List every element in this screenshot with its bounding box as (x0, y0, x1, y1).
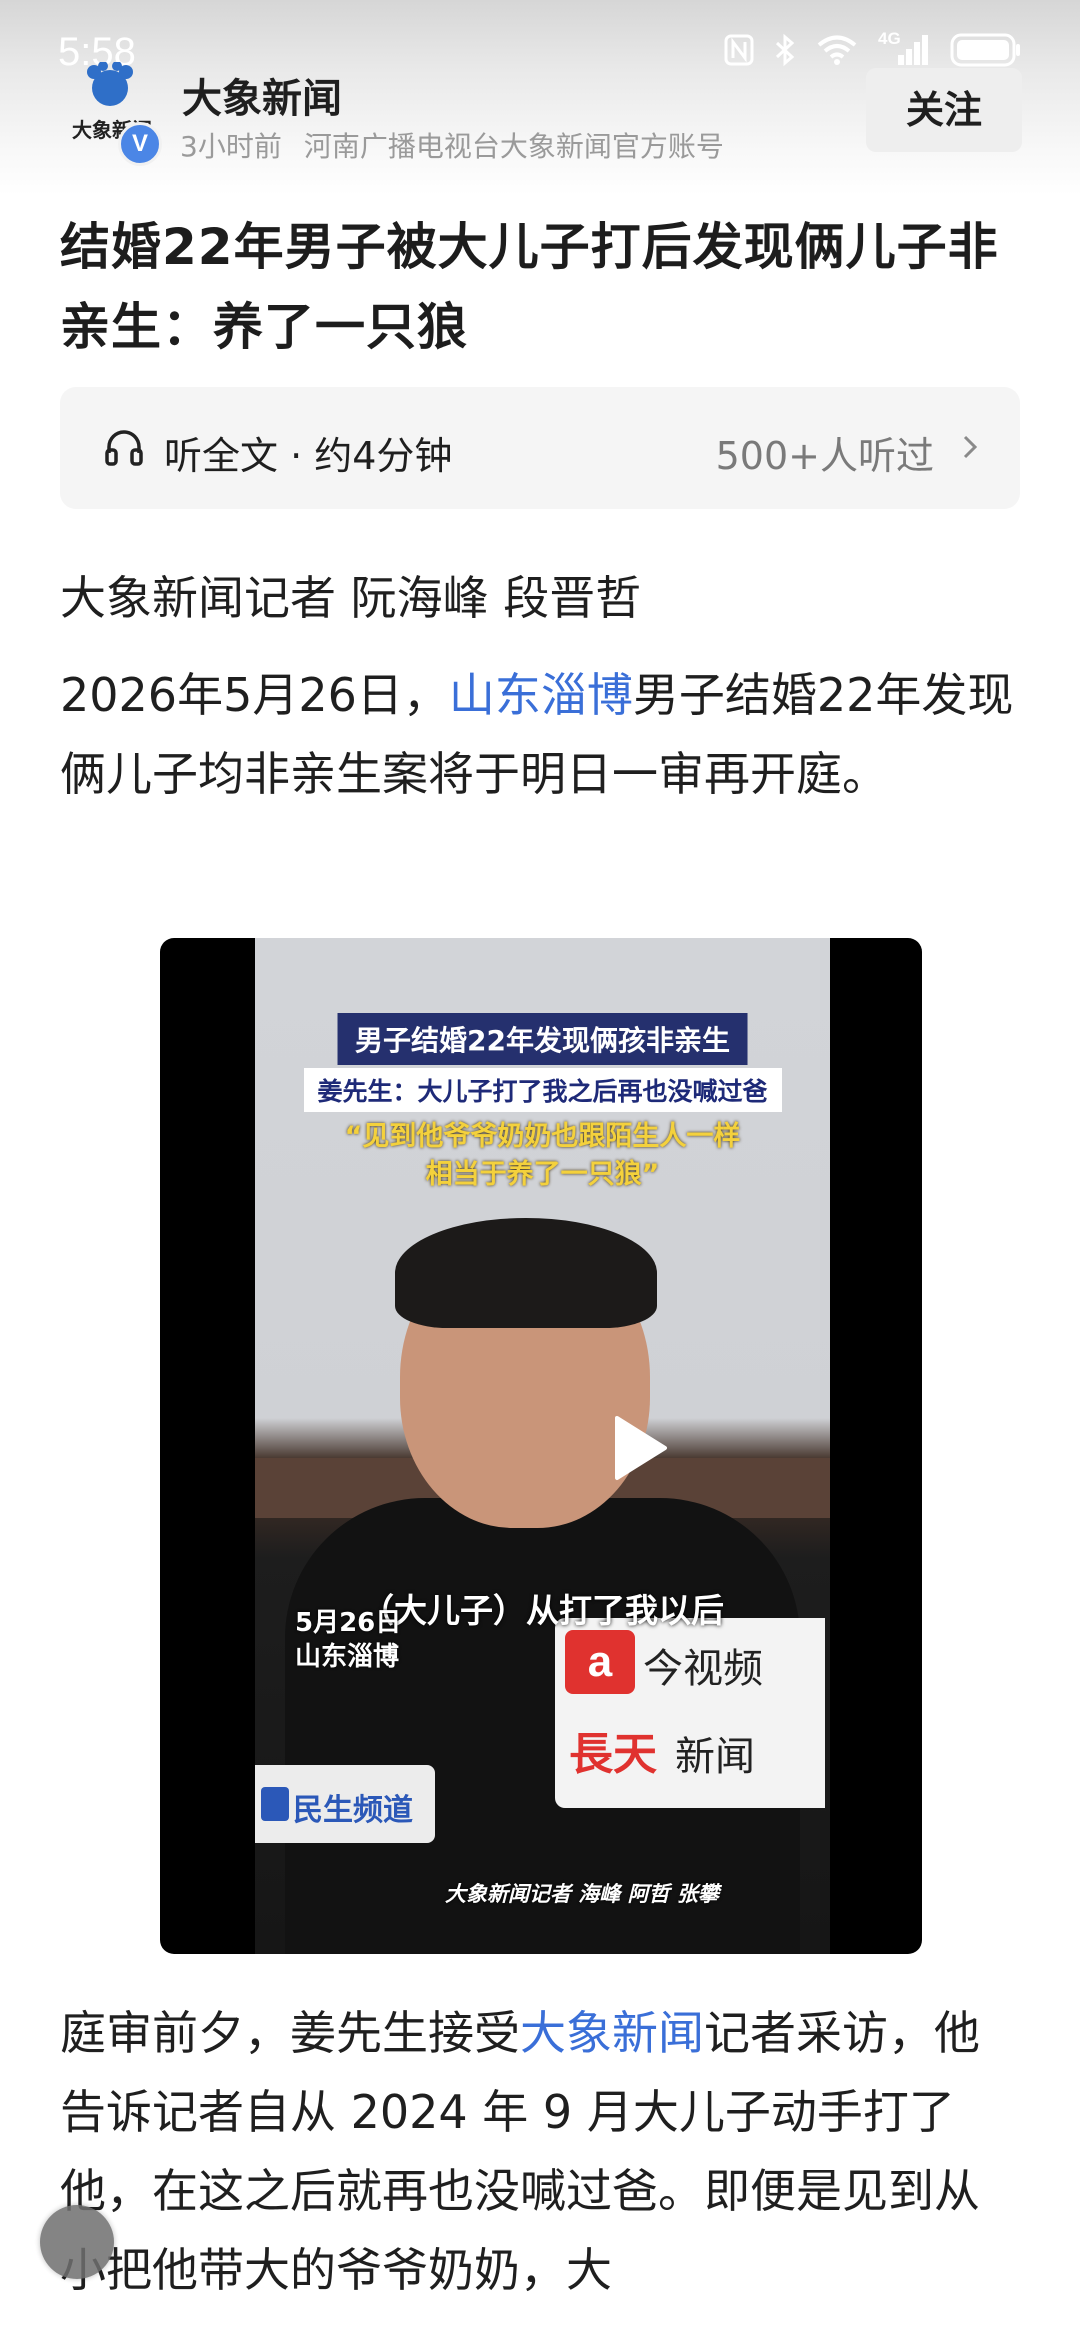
account-name[interactable]: 大象新闻 (182, 66, 342, 124)
video-frame: 男子结婚22年发现俩孩非亲生 姜先生：大儿子打了我之后再也没喊过爸 “见到他爷爷… (255, 938, 830, 1954)
battery-icon (950, 33, 1020, 67)
video-credit: 大象新闻记者 海峰 阿哲 张攀 (445, 1882, 719, 1906)
wifi-icon (817, 35, 857, 65)
mic-brand-icon: a (565, 1630, 635, 1694)
paragraph-2: 庭审前夕，姜先生接受大象新闻记者采访，他告诉记者自从 2024 年 9 月大儿子… (60, 1994, 1020, 2310)
video-date: 5月26日 (295, 1608, 402, 1638)
paragraph-2-lead: 庭审前夕，姜先生接受 (60, 2006, 520, 2060)
video-overlay-title: 男子结婚22年发现俩孩非亲生 (337, 1013, 748, 1065)
paragraph-1: 2026年5月26日，山东淄博男子结婚22年发现俩儿子均非亲生案将于明日一审再开… (60, 656, 1020, 814)
video-location: 山东淄博 (295, 1642, 400, 1672)
article-title: 结婚22年男子被大儿子打后发现俩儿子非亲生：养了一只狼 (60, 218, 999, 356)
channel-name: 民生频道 (293, 1793, 413, 1828)
listen-label: 听全文 · 约4分钟 (164, 434, 453, 478)
video-quote-line-2: 相当于养了一只狼” (425, 1159, 660, 1190)
microphone-logo: a 今视频 長天 新闻 (555, 1618, 825, 1808)
video-quote-line-1: “见到他爷爷奶奶也跟陌生人一样 (344, 1121, 741, 1152)
account-meta: 3小时前 河南广播电视台大象新闻官方账号 (180, 125, 724, 165)
account-description: 河南广播电视台大象新闻官方账号 (303, 130, 724, 163)
status-icons: 4G (724, 29, 1022, 68)
listen-full-text-bar[interactable]: 听全文 · 约4分钟 500+人听过 (60, 387, 1020, 509)
top-header: 5:58 4G 大象新闻 V 大象新闻 3小时前 河南广播电视台大象新闻官方账号… (0, 0, 1080, 195)
follow-button[interactable]: 关注 (866, 68, 1022, 152)
chevron-right-icon (963, 435, 978, 459)
video-date-location: 5月26日 山东淄博 (295, 1606, 401, 1674)
source-link[interactable]: 大象新闻 (520, 2006, 704, 2060)
byline: 大象新闻记者 阮海峰 段晋哲 (60, 571, 642, 625)
channel-badge: 民生频道 (255, 1765, 435, 1843)
bluetooth-icon (775, 33, 795, 67)
floating-assist-button[interactable] (40, 2205, 114, 2279)
channel-icon (261, 1787, 289, 1821)
verified-badge: V (118, 122, 162, 166)
signal-icon: 4G (878, 29, 930, 67)
video-caption: （大儿子）从打了我以后 (361, 1591, 724, 1630)
mic-brand-top: 今视频 (643, 1646, 763, 1692)
mic-brand-red: 長天 (569, 1729, 657, 1780)
listen-count: 500+人听过 (715, 434, 934, 478)
video-person-hair (395, 1218, 657, 1328)
video-overlay-subtitle: 姜先生：大儿子打了我之后再也没喊过爸 (303, 1068, 782, 1112)
video-player[interactable]: 男子结婚22年发现俩孩非亲生 姜先生：大儿子打了我之后再也没喊过爸 “见到他爷爷… (160, 938, 922, 1954)
post-time: 3小时前 (180, 130, 282, 163)
location-link[interactable]: 山东淄博 (449, 668, 633, 722)
mic-brand-bottom: 新闻 (675, 1734, 755, 1780)
paragraph-1-lead: 2026年5月26日， (60, 668, 449, 722)
headphones-icon (105, 430, 143, 466)
play-icon[interactable] (597, 1408, 677, 1488)
video-overlay-quote: “见到他爷爷奶奶也跟陌生人一样 相当于养了一只狼” (345, 1118, 741, 1194)
elephant-logo-icon (87, 62, 133, 106)
nfc-icon (724, 34, 754, 66)
